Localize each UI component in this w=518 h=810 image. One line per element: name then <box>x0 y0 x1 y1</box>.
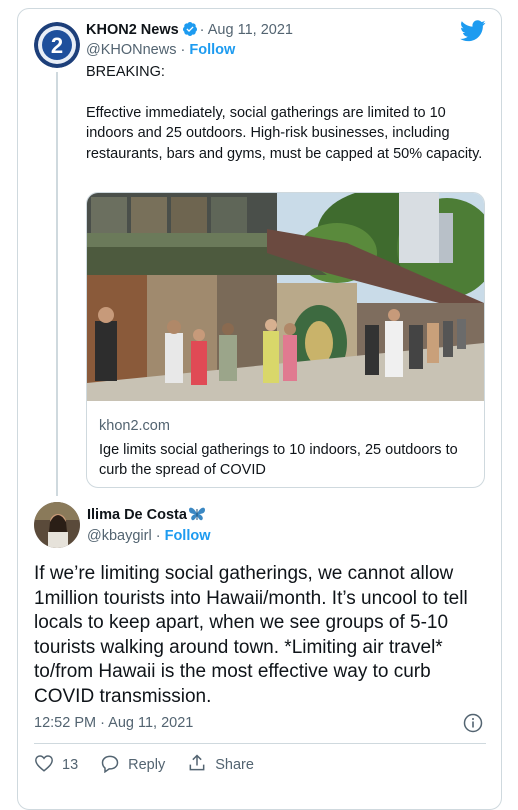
khon2-avatar[interactable]: 2 <box>34 22 80 68</box>
link-preview-image <box>87 193 484 401</box>
reply-follow-button[interactable]: Follow <box>165 528 211 544</box>
twitter-bird-icon[interactable] <box>460 20 486 47</box>
link-domain: khon2.com <box>99 418 170 434</box>
share-icon <box>187 753 215 777</box>
tweet-heading: BREAKING: <box>86 64 165 80</box>
tweet-date[interactable]: Aug 11, 2021 <box>208 22 293 38</box>
reply-handle[interactable]: @kbaygirl <box>87 528 152 544</box>
reply-author-name[interactable]: Ilima De Costa <box>87 507 187 523</box>
reply-header: Ilima De Costa <box>87 505 206 525</box>
share-button[interactable]: Share <box>187 753 254 777</box>
link-preview-card[interactable]: khon2.com Ige limits social gatherings t… <box>86 192 485 488</box>
heart-icon <box>34 754 62 776</box>
info-icon[interactable] <box>463 713 483 738</box>
reply-avatar[interactable] <box>34 502 80 548</box>
thread-line <box>56 72 58 496</box>
like-button[interactable]: 13 <box>34 754 78 776</box>
reply-bubble-icon <box>100 754 128 777</box>
tweet-body: Effective immediately, social gatherings… <box>86 104 483 162</box>
author-name[interactable]: KHON2 News <box>86 22 179 38</box>
separator-dot: · <box>180 42 186 58</box>
link-preview-meta: khon2.com Ige limits social gatherings t… <box>99 416 474 480</box>
khon2-logo: 2 <box>34 22 80 68</box>
tweet-subheader: @KHONnews · Follow <box>86 40 235 60</box>
separator-dot: · <box>199 22 205 38</box>
share-label: Share <box>215 757 254 773</box>
follow-button[interactable]: Follow <box>189 42 235 58</box>
divider <box>34 743 486 744</box>
svg-text:2: 2 <box>51 33 63 58</box>
reply-subheader: @kbaygirl · Follow <box>87 526 211 546</box>
separator-dot: · <box>155 528 161 544</box>
butterfly-emoji <box>187 507 206 523</box>
author-handle[interactable]: @KHONnews <box>86 42 176 58</box>
like-count: 13 <box>62 757 79 773</box>
tweet-text: BREAKING: Effective immediately, social … <box>86 62 486 164</box>
reply-label: Reply <box>128 757 166 773</box>
reply-timestamp[interactable]: 12:52 PM · Aug 11, 2021 <box>34 713 193 733</box>
reply-text: If we’re limiting social gatherings, we … <box>34 563 468 707</box>
reply-button[interactable]: Reply <box>100 754 165 777</box>
link-title: Ige limits social gatherings to 10 indoo… <box>99 442 458 478</box>
action-bar: 13 Reply Share <box>34 752 276 778</box>
